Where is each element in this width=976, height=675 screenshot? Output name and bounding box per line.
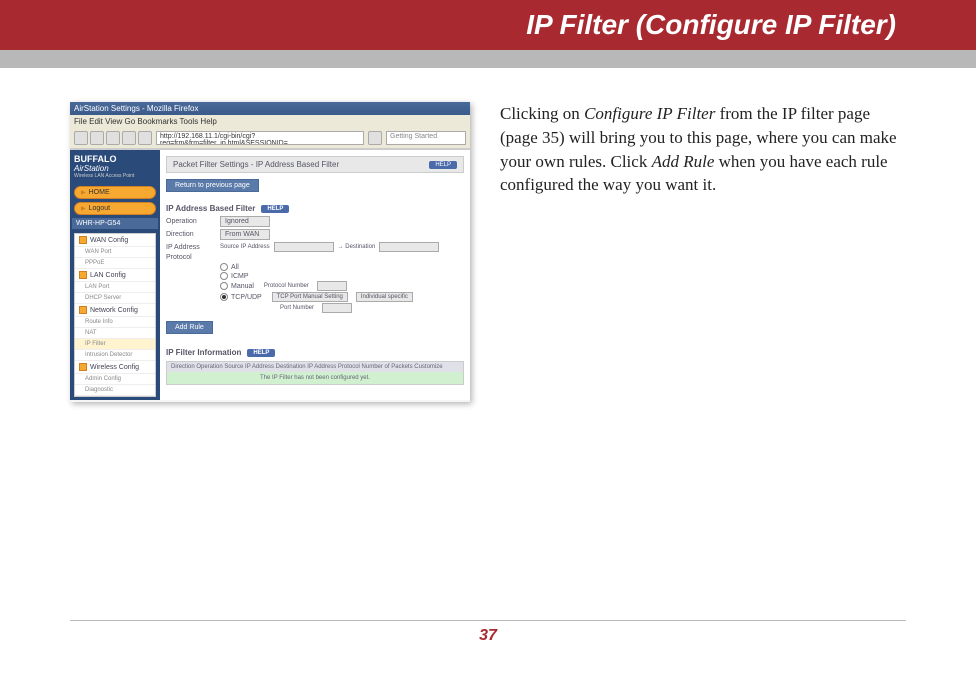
row-protocol: Protocol	[166, 254, 464, 261]
page-title: IP Filter (Configure IP Filter)	[526, 9, 896, 41]
add-rule-button[interactable]: Add Rule	[166, 321, 213, 334]
nav-lan-config[interactable]: LAN Config	[75, 269, 155, 282]
radio-manual[interactable]: Manual Protocol Number	[220, 281, 464, 291]
ip-filter-table: Direction Operation Source IP Address De…	[166, 361, 464, 385]
source-ip-input[interactable]	[274, 242, 334, 252]
content-area: AirStation Settings - Mozilla Firefox Fi…	[0, 68, 976, 402]
embedded-screenshot: AirStation Settings - Mozilla Firefox Fi…	[70, 102, 470, 402]
square-icon	[79, 306, 87, 314]
logo-area: BUFFALO AirStation Wireless LAN Access P…	[70, 150, 160, 183]
operation-select[interactable]: Ignored	[220, 216, 270, 227]
protocol-number-input[interactable]	[317, 281, 347, 291]
product-name: AirStation	[74, 164, 156, 173]
table-header: Direction Operation Source IP Address De…	[167, 362, 463, 372]
operation-label: Operation	[166, 218, 216, 225]
direction-select[interactable]: From WAN	[220, 229, 270, 240]
browser-menubar: File Edit View Go Bookmarks Tools Help	[70, 115, 470, 128]
nav-wan-port[interactable]: WAN Port	[75, 247, 155, 258]
nav-dhcp[interactable]: DHCP Server	[75, 293, 155, 304]
page-footer: 37	[70, 620, 906, 645]
nav-network-config[interactable]: Network Config	[75, 304, 155, 317]
home-button[interactable]	[138, 131, 152, 145]
row-operation: Operation Ignored	[166, 216, 464, 227]
radio-all[interactable]: All	[220, 263, 464, 271]
model-label: WHR-HP-G54	[72, 218, 158, 229]
radio-icon	[220, 263, 228, 271]
nav-lan-port[interactable]: LAN Port	[75, 282, 155, 293]
nav-admin[interactable]: Admin Config	[75, 374, 155, 385]
ip-label: IP Address	[166, 244, 216, 251]
port-setting-select[interactable]: TCP Port Manual Setting	[272, 292, 348, 302]
help-button[interactable]: HELP	[247, 349, 275, 357]
radio-icon	[220, 293, 228, 301]
protocol-label: Protocol	[166, 254, 216, 261]
protocol-radios: All ICMP Manual Protocol Number TCP/UDP …	[220, 263, 464, 313]
square-icon	[79, 271, 87, 279]
help-button[interactable]: HELP	[429, 161, 457, 169]
row-ip-address: IP Address Source IP Address → Destinati…	[166, 242, 464, 252]
sidebar: BUFFALO AirStation Wireless LAN Access P…	[70, 150, 160, 400]
port-number-input[interactable]	[322, 303, 352, 313]
help-button[interactable]: HELP	[261, 205, 289, 213]
direction-label: Direction	[166, 231, 216, 238]
source-ip-label: Source IP Address	[220, 244, 270, 250]
radio-icmp[interactable]: ICMP	[220, 272, 464, 280]
section-ip-info: IP Filter Information HELP	[166, 348, 464, 357]
go-button[interactable]	[368, 131, 382, 145]
nav-ip-filter[interactable]: IP Filter	[75, 339, 155, 350]
square-icon	[79, 363, 87, 371]
nav-diag[interactable]: Diagnostic	[75, 385, 155, 396]
return-button[interactable]: Return to previous page	[166, 179, 259, 192]
nav-nat[interactable]: NAT	[75, 328, 155, 339]
browser-titlebar: AirStation Settings - Mozilla Firefox	[70, 102, 470, 115]
back-button[interactable]	[74, 131, 88, 145]
dest-ip-label: → Destination	[338, 244, 376, 250]
row-direction: Direction From WAN	[166, 229, 464, 240]
page-header: IP Filter (Configure IP Filter)	[0, 0, 976, 50]
radio-tcpudp[interactable]: TCP/UDP TCP Port Manual Setting Individu…	[220, 292, 464, 302]
table-empty-message: The IP Filter has not been configured ye…	[167, 372, 463, 384]
header-sub-bar	[0, 50, 976, 68]
radio-icon	[220, 282, 228, 290]
port-specific-select[interactable]: Individual specific	[356, 292, 413, 302]
footer-divider	[70, 620, 906, 621]
main-panel: Packet Filter Settings - IP Address Base…	[160, 150, 470, 400]
radio-icon	[220, 272, 228, 280]
square-icon	[79, 236, 87, 244]
panel-title-text: Packet Filter Settings - IP Address Base…	[173, 160, 339, 169]
nav-intrusion[interactable]: Intrusion Detector	[75, 350, 155, 361]
browser-toolbar: http://192.168.11.1/cgi-bin/cgi?req=frm&…	[70, 128, 470, 149]
forward-button[interactable]	[90, 131, 104, 145]
page-number: 37	[70, 627, 906, 645]
brand-logo: BUFFALO	[74, 154, 156, 164]
dest-ip-input[interactable]	[379, 242, 439, 252]
nav-route[interactable]: Route Info	[75, 317, 155, 328]
logout-button[interactable]: Logout	[74, 202, 156, 215]
port-number-row: Port Number	[280, 303, 464, 313]
nav-wireless-config[interactable]: Wireless Config	[75, 361, 155, 374]
nav-wan-config[interactable]: WAN Config	[75, 234, 155, 247]
page-body: BUFFALO AirStation Wireless LAN Access P…	[70, 150, 470, 400]
nav-buttons	[74, 131, 152, 145]
panel-title-bar: Packet Filter Settings - IP Address Base…	[166, 156, 464, 173]
nav-pppoe[interactable]: PPPoE	[75, 258, 155, 269]
instruction-text: Clicking on Configure IP Filter from the…	[500, 102, 900, 402]
stop-button[interactable]	[122, 131, 136, 145]
product-tagline: Wireless LAN Access Point	[74, 173, 156, 179]
browser-chrome: AirStation Settings - Mozilla Firefox Fi…	[70, 102, 470, 150]
reload-button[interactable]	[106, 131, 120, 145]
address-bar[interactable]: http://192.168.11.1/cgi-bin/cgi?req=frm&…	[156, 131, 364, 145]
sidebar-nav: WAN Config WAN Port PPPoE LAN Config LAN…	[74, 233, 156, 397]
home-nav-button[interactable]: HOME	[74, 186, 156, 199]
search-box[interactable]: Getting Started	[386, 131, 466, 145]
section-ip-filter: IP Address Based Filter HELP	[166, 204, 464, 213]
